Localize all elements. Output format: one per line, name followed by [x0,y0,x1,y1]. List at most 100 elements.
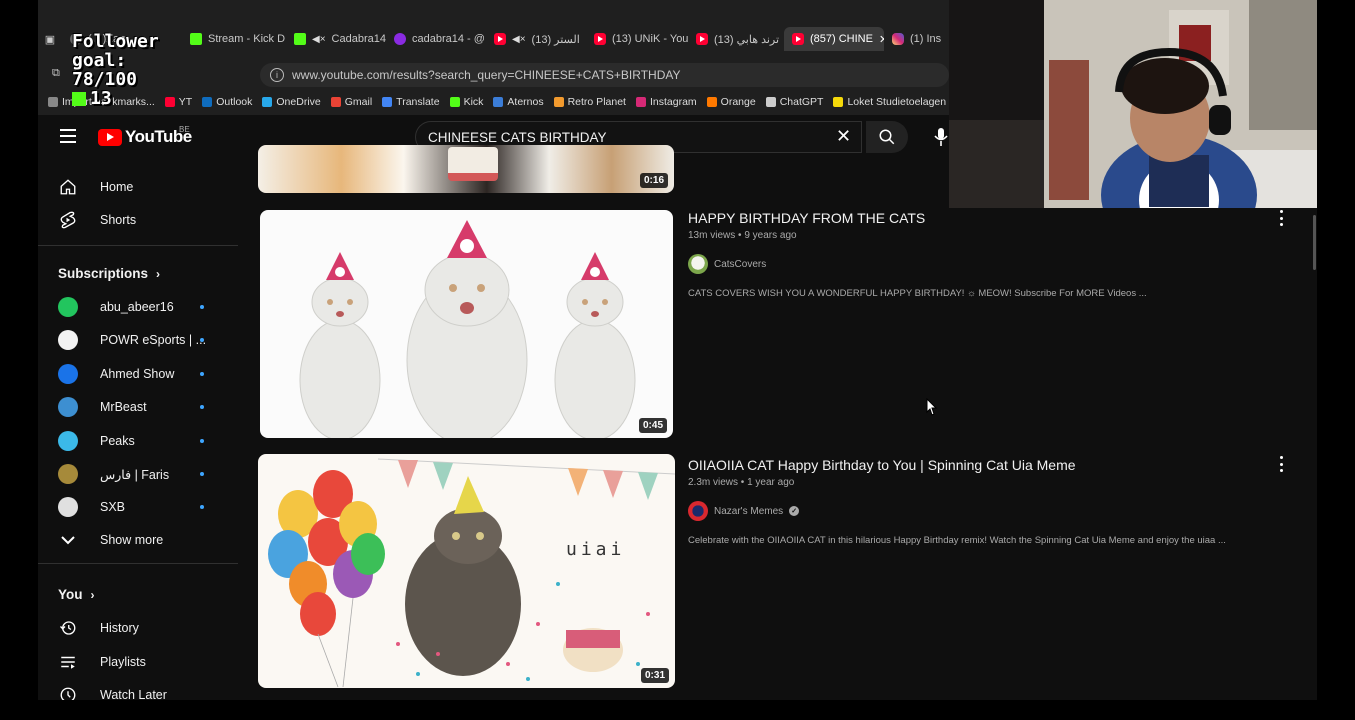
shorts-icon [58,210,78,230]
bookmark-favicon-icon [493,97,504,107]
view-count: 2.3m views [688,477,739,488]
you-heading-text: You [58,587,83,602]
browser-tab[interactable]: Stream - Kick D [182,27,286,51]
split-screen-icon[interactable]: ⧉ [52,67,60,80]
address-bar[interactable]: i www.youtube.com/results?search_query=C… [260,63,949,87]
search-query-text: CHINEESE CATS BIRTHDAY [428,129,607,145]
sidebar-divider [38,245,238,246]
sidebar-subscription-item[interactable]: Ahmed Show [38,358,238,390]
tab-label: Cadabra14 [331,33,386,45]
bookmark-item[interactable]: Orange [706,96,756,108]
menu-icon[interactable] [60,129,76,143]
browser-tab[interactable]: (1) Ins [884,27,949,51]
sidebar-item-label: abu_abeer16 [100,300,174,314]
video-duration: 0:31 [640,668,669,683]
sidebar-subscription-item[interactable]: Peaks [38,425,238,457]
verified-badge-icon: ✓ [789,506,800,516]
more-actions-icon[interactable] [1276,210,1286,226]
channel-name: Nazar's Memes [714,505,784,517]
bookmark-item[interactable]: YT [164,96,193,108]
new-content-dot-icon [200,505,204,510]
sidebar-subscription-item[interactable]: POWR eSports | ... [38,324,238,356]
sidebar-item-home[interactable]: Home [38,171,238,203]
video-thumbnail[interactable]: uiai 0:31 [258,454,675,688]
bookmark-favicon-icon [706,97,717,107]
sidebar-item-label: SXB [100,500,126,515]
search-icon [879,129,895,145]
browser-tab[interactable]: (13) ترند هابي [688,27,784,51]
thumbnail-art [299,220,636,438]
upload-age: 1 year ago [747,477,795,488]
video-thumbnail[interactable]: 0:16 [258,145,674,193]
bookmark-item[interactable]: ChatGPT [765,96,823,108]
browser-tab[interactable]: ◀× الستر (13) [486,27,586,51]
webcam-image [949,0,1317,208]
bookmark-label: Orange [720,96,756,108]
youtube-icon [494,33,506,45]
bookmark-item[interactable]: Import bookmarks... [48,96,155,108]
chevron-down-icon [58,530,78,550]
sidebar-item-shorts[interactable]: Shorts [38,204,238,236]
browser-tab[interactable]: cadabra14 - @ [386,27,486,51]
clear-search-icon[interactable]: ✕ [836,127,851,145]
bookmark-label: YT [178,96,193,108]
bookmark-favicon-icon [330,97,341,107]
more-actions-icon[interactable] [1276,456,1286,472]
tab-label: الستر (13) [531,33,580,46]
video-title[interactable]: OIIAOIIA CAT Happy Birthday to You | Spi… [688,457,1076,473]
bookmark-item[interactable]: OneDrive [262,96,321,108]
bookmark-item[interactable]: Gmail [330,96,372,108]
bookmark-item[interactable]: Translate [382,96,440,108]
bookmark-favicon-icon [202,97,213,107]
bookmark-item[interactable]: Retro Planet [553,96,626,108]
sidebar-item-playlists[interactable]: Playlists [38,646,238,678]
sidebar-item-label: Peaks [100,433,135,448]
bookmark-label: Import bookmarks... [62,96,155,108]
bookmark-item[interactable]: Kick [449,96,484,108]
scrollbar-thumb[interactable] [1313,215,1316,270]
subscriptions-heading[interactable]: Subscriptions › [58,266,160,281]
bookmark-label: Kick [463,96,484,108]
youtube-logo[interactable]: YouTube [98,127,192,147]
you-heading[interactable]: You › [58,587,95,602]
bookmark-favicon-icon [833,97,844,107]
sidebar-item-history[interactable]: History [38,612,238,644]
channel-link[interactable]: CatsCovers [688,254,766,274]
tab-bar: ▣ (…)Zam Stream - Kick D ◀× Cadabra14 cad… [38,26,949,52]
sidebar-item-label: Playlists [100,655,146,669]
youtube-icon [792,33,804,45]
video-thumbnail[interactable]: 0:45 [260,210,673,438]
browser-tab-active[interactable]: (857) CHINE ✕ [784,27,884,51]
channel-avatar [58,430,78,451]
history-icon [58,618,78,638]
tab-actions-icon[interactable]: ▣ [38,33,62,46]
bookmark-item[interactable]: Outlook [202,96,252,108]
site-info-icon[interactable]: i [270,68,284,82]
speaker-muted-icon[interactable]: ◀× [512,34,526,45]
bookmark-label: Retro Planet [567,96,626,108]
sidebar-subscription-item[interactable]: فارس | Faris [38,458,238,490]
search-button[interactable] [866,121,908,153]
bookmark-item[interactable]: Loket Studietoelagen [833,96,946,108]
channel-link[interactable]: Nazar's Memes ✓ [688,501,800,521]
new-content-dot-icon [200,371,204,376]
sidebar-subscription-item[interactable]: SXB [38,491,238,523]
video-title[interactable]: HAPPY BIRTHDAY FROM THE CATS [688,210,925,226]
browser-tab[interactable]: (…)Zam [62,27,182,51]
speaker-muted-icon[interactable]: ◀× [312,34,326,45]
video-description: CATS COVERS WISH YOU A WONDERFUL HAPPY B… [688,288,1147,299]
clock-icon [58,685,78,700]
browser-tab[interactable]: (13) UNiK - You [586,27,688,51]
show-more-button[interactable]: Show more [38,524,238,556]
bookmark-item[interactable]: Instagram [635,96,697,108]
sidebar-subscription-item[interactable]: MrBeast [38,391,238,423]
sidebar-item-label: Show more [100,533,164,547]
sidebar-item-watch-later[interactable]: Watch Later [38,679,238,700]
sidebar-subscription-item[interactable]: abu_abeer16 [38,291,238,323]
url-text: www.youtube.com/results?search_query=CHI… [292,68,681,82]
bookmark-favicon-icon [553,97,564,107]
sidebar-item-label: Ahmed Show [100,366,175,381]
view-count: 13m views [688,230,736,241]
browser-tab[interactable]: ◀× Cadabra14 [286,27,386,51]
bookmark-item[interactable]: Aternos [493,96,544,108]
